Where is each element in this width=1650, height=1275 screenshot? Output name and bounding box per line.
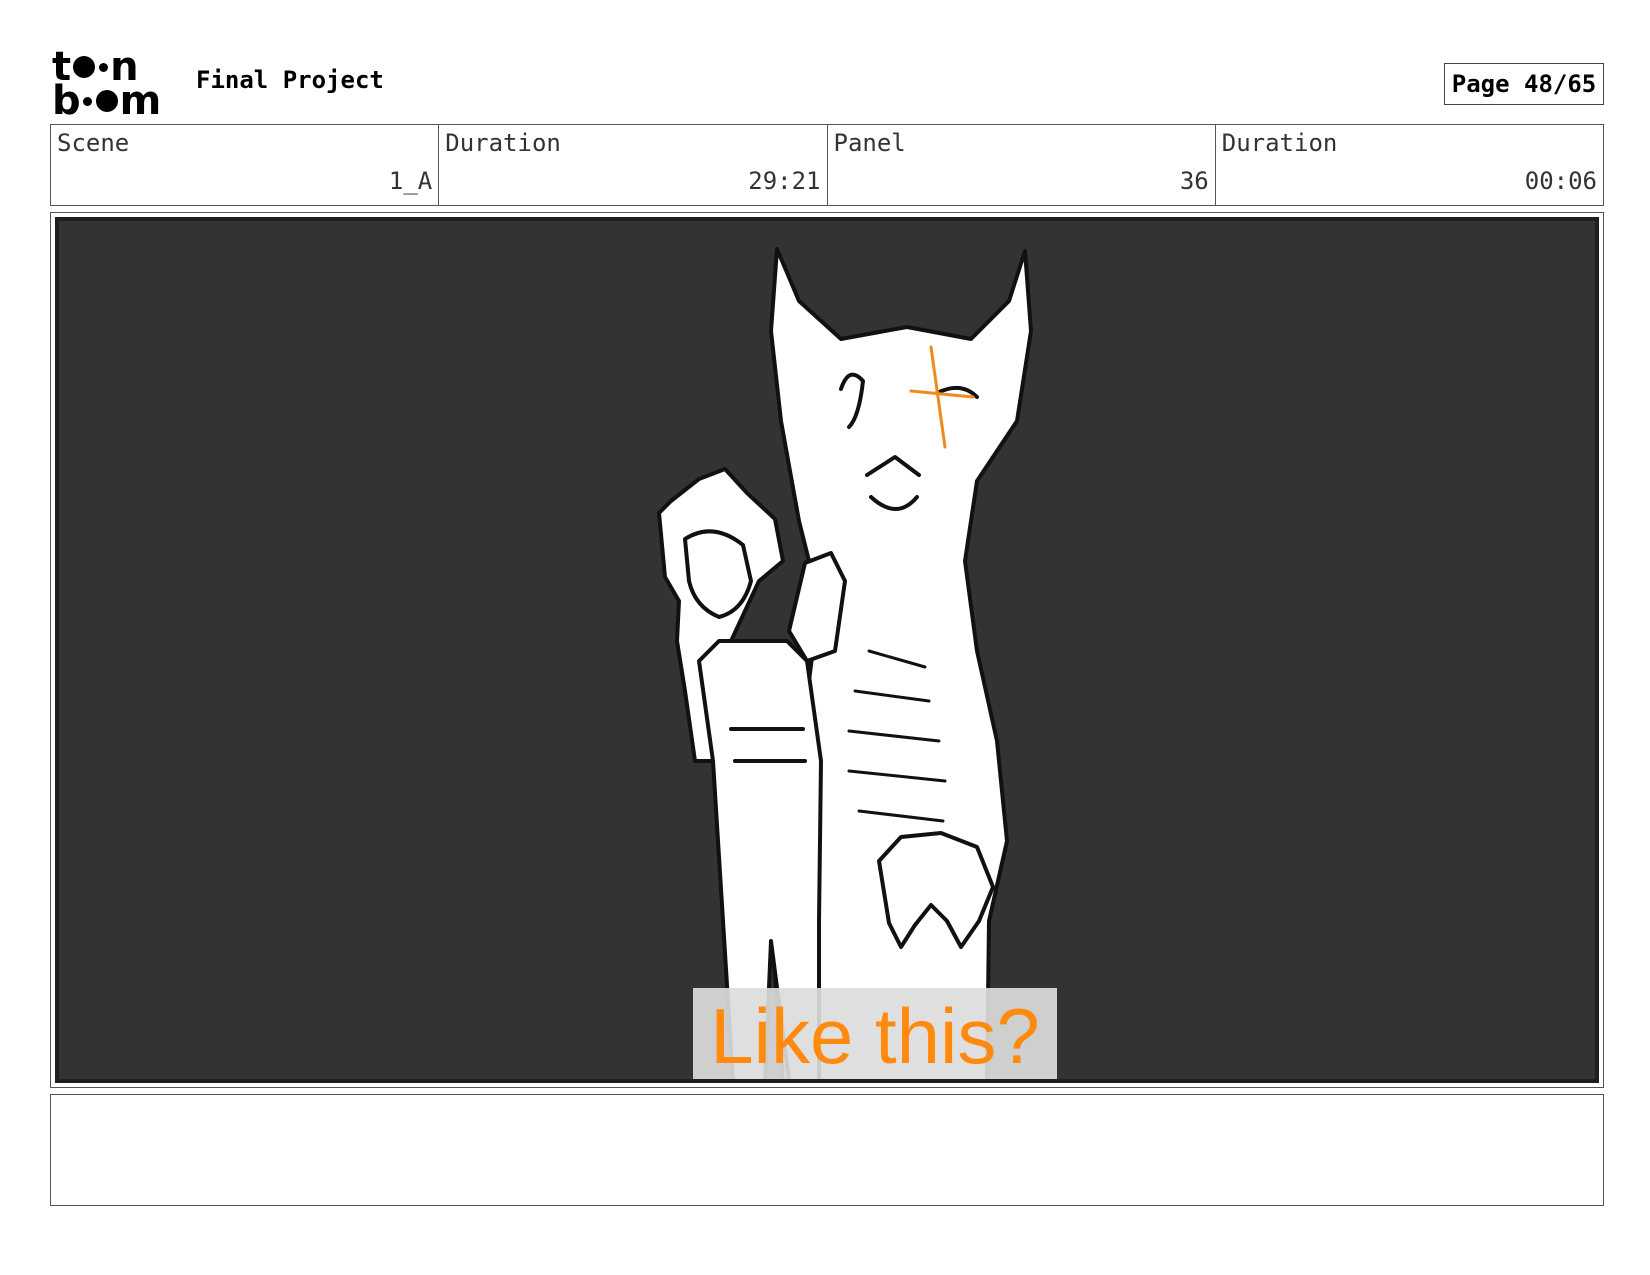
creature-wing bbox=[787, 551, 847, 663]
logo-letter-m: m bbox=[119, 78, 162, 124]
logo-dot bbox=[95, 90, 118, 112]
scene-value: 1_A bbox=[388, 167, 433, 195]
logo-dot bbox=[73, 56, 96, 78]
panel-drawing bbox=[657, 247, 1033, 1079]
panel-artwork: Like this? bbox=[55, 217, 1599, 1083]
toonboom-logo: t n b m bbox=[52, 47, 172, 124]
panel-cell: Panel 36 bbox=[828, 125, 1216, 205]
scene-cell: Scene 1_A bbox=[51, 125, 440, 205]
panel-info-row: Scene 1_A Duration 29:21 Panel 36 Durati… bbox=[50, 124, 1604, 206]
logo-dot bbox=[82, 96, 92, 106]
panel-value: 36 bbox=[1179, 167, 1209, 195]
storyboard-panel: Like this? bbox=[50, 212, 1604, 1088]
caption-text: Like this? bbox=[710, 992, 1040, 1080]
page-number: Page 48/65 bbox=[1444, 63, 1604, 105]
scene-duration-value: 29:21 bbox=[748, 167, 821, 195]
dialogue-caption: Like this? bbox=[693, 988, 1057, 1080]
scene-duration-cell: Duration 29:21 bbox=[439, 125, 828, 205]
panel-duration-cell: Duration 00:06 bbox=[1216, 125, 1603, 205]
logo-letter-b: b bbox=[52, 78, 81, 124]
panel-notes bbox=[50, 1094, 1604, 1206]
panel-duration-label: Duration bbox=[1221, 129, 1338, 157]
logo-dot bbox=[99, 62, 109, 72]
panel-duration-value: 00:06 bbox=[1524, 167, 1597, 195]
scene-duration-label: Duration bbox=[445, 129, 561, 157]
project-title: Final Project bbox=[196, 66, 384, 94]
panel-label: Panel bbox=[833, 129, 906, 157]
scene-label: Scene bbox=[57, 129, 130, 157]
